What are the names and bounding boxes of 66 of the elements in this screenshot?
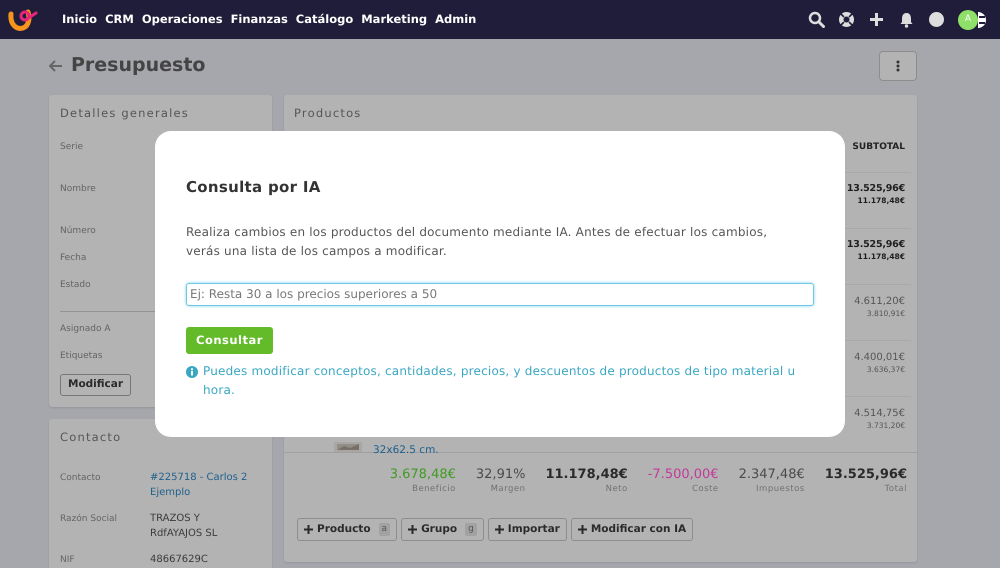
field-label: Nombre (60, 184, 96, 194)
page-title: Presupuesto (71, 54, 206, 77)
field-label: Razón Social (60, 512, 118, 526)
column-header: SUBTOTAL (852, 140, 905, 154)
subtotal-value: 4.514,75€ (854, 407, 905, 421)
info-text: Puedes modificar conceptos, cantidades, precios, y descuentos de productos de tipo material u hora. (203, 363, 796, 400)
field-label: Estado (60, 280, 91, 290)
field-value: TRAZOS Y RdfAYAJOS SL (150, 512, 218, 542)
field-label: NIF (60, 554, 76, 568)
bell-icon[interactable] (898, 11, 915, 28)
add-button[interactable]: Grupo g (401, 518, 484, 542)
total-value: 2.347,48€ (738, 467, 805, 483)
plus-icon (494, 524, 504, 534)
card-title: Contacto (60, 429, 122, 446)
more-icon (896, 60, 900, 72)
nav-link[interactable]: Finanzas (230, 10, 288, 28)
total-value: 3.678,48€ (390, 467, 456, 483)
total-label: Margen (490, 482, 526, 496)
modal-description: Realiza cambios en los productos del documento mediante IA. Antes de efectuar los cambios, verás una lista de los campos a modificar. (186, 224, 768, 260)
modify-button[interactable]: Modificar (60, 374, 132, 396)
subtotal-value: 4.400,01€ (854, 351, 905, 365)
nav-link[interactable]: Catálogo (296, 10, 354, 28)
add-button[interactable]: Modificar con IA (570, 518, 694, 542)
field-label: Fecha (60, 253, 86, 264)
query-field[interactable]: Ej: Resta 30 a los precios superiores a 50 (186, 282, 814, 306)
plus-icon (408, 524, 418, 534)
nav-link[interactable]: Marketing (361, 10, 428, 28)
subtotal-value: 13.525,96€ (846, 183, 905, 196)
lifebuoy-icon[interactable] (838, 11, 855, 28)
plus-icon (578, 524, 587, 534)
total-label: Neto (604, 482, 628, 496)
total-value: 32,91% (476, 467, 526, 483)
total-label: Impuestos (755, 482, 805, 496)
field-value: 48667629C (150, 553, 209, 568)
card-title: Productos (293, 105, 362, 122)
nav-link[interactable]: Operaciones (142, 10, 223, 28)
field-label: Número (60, 226, 96, 236)
total-label: Coste (690, 482, 719, 496)
total-label: Total (884, 482, 907, 496)
nav-link[interactable]: Inicio (62, 10, 98, 28)
add-button[interactable]: Importar (488, 518, 567, 542)
add-button[interactable]: Producto a (297, 518, 398, 542)
field-label: Contacto (60, 472, 102, 486)
search-icon[interactable] (808, 11, 825, 28)
total-label: Beneficio (411, 482, 456, 496)
nav-link[interactable]: CRM (105, 10, 134, 28)
logo-icon (8, 8, 38, 32)
subtotal-value: 13.525,96€ (846, 239, 905, 252)
status-dot-icon[interactable] (928, 11, 945, 28)
nav-link[interactable]: Admin (435, 10, 476, 28)
subtotal-value: 4.611,20€ (854, 295, 905, 309)
total-value: 11.178,48€ (545, 467, 628, 483)
shortcut-key: g (465, 522, 477, 536)
dimensions-text: 32x62.5 cm. (373, 443, 439, 458)
modal-title: Consulta por IA (186, 177, 322, 198)
card-title: Detalles generales (60, 105, 190, 122)
more-button[interactable] (879, 50, 917, 80)
total-value: -7.500,00€ (648, 467, 719, 483)
field-label: Serie (60, 142, 83, 152)
info-icon (186, 366, 198, 378)
total-value: 13.525,96€ (824, 467, 907, 483)
field-label: Asignado A (60, 324, 111, 334)
shortcut-key: a (378, 522, 390, 536)
field-label: Etiquetas (60, 351, 102, 362)
plus-icon (304, 524, 313, 534)
plus-icon[interactable] (868, 11, 885, 28)
